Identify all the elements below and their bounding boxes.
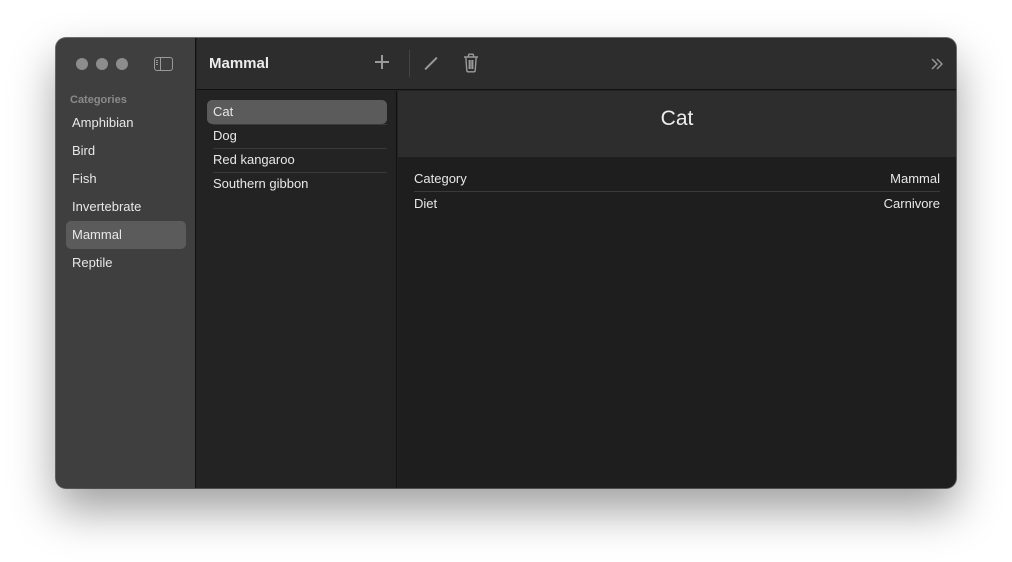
sidebar-item-bird[interactable]: Bird [66,137,186,165]
zoom-dot[interactable] [116,58,128,70]
pencil-icon[interactable] [424,56,438,71]
sidebar-toggle-icon[interactable] [154,57,173,71]
sidebar-section-label: Categories [70,94,127,106]
sidebar: Categories Amphibian Bird Fish Invertebr… [56,38,196,488]
minimize-dot[interactable] [96,58,108,70]
property-value: Carnivore [883,196,940,211]
property-value: Mammal [890,171,940,186]
sidebar-item-amphibian[interactable]: Amphibian [66,109,186,137]
list-item-southern-gibbon[interactable]: Southern gibbon [207,172,387,196]
detail-header: Cat [398,91,956,157]
trash-icon[interactable] [463,53,479,73]
property-label: Category [414,171,467,186]
sidebar-item-invertebrate[interactable]: Invertebrate [66,193,186,221]
window-controls [76,58,128,70]
property-row-category: Category Mammal [414,167,940,191]
app-window: Categories Amphibian Bird Fish Invertebr… [56,38,956,488]
close-dot[interactable] [76,58,88,70]
animal-list: Cat Dog Red kangaroo Southern gibbon [207,100,387,196]
list-item-red-kangaroo[interactable]: Red kangaroo [207,148,387,172]
property-list: Category Mammal Diet Carnivore [414,167,940,215]
plus-icon[interactable] [375,55,389,69]
category-list: Amphibian Bird Fish Invertebrate Mammal … [66,109,186,277]
toolbar-divider [409,50,410,77]
sidebar-item-reptile[interactable]: Reptile [66,249,186,277]
animal-list-pane: Cat Dog Red kangaroo Southern gibbon [197,91,397,488]
chevrons-right-icon[interactable] [930,57,944,71]
toolbar: Mammal [197,38,956,90]
sidebar-item-mammal[interactable]: Mammal [66,221,186,249]
toolbar-title: Mammal [209,55,270,72]
detail-title: Cat [660,107,694,130]
property-label: Diet [414,196,438,211]
list-item-cat[interactable]: Cat [207,100,387,124]
sidebar-item-fish[interactable]: Fish [66,165,186,193]
list-item-dog[interactable]: Dog [207,124,387,148]
detail-pane: Cat Category Mammal Diet Carnivore [398,91,956,488]
property-row-diet: Diet Carnivore [414,191,940,215]
